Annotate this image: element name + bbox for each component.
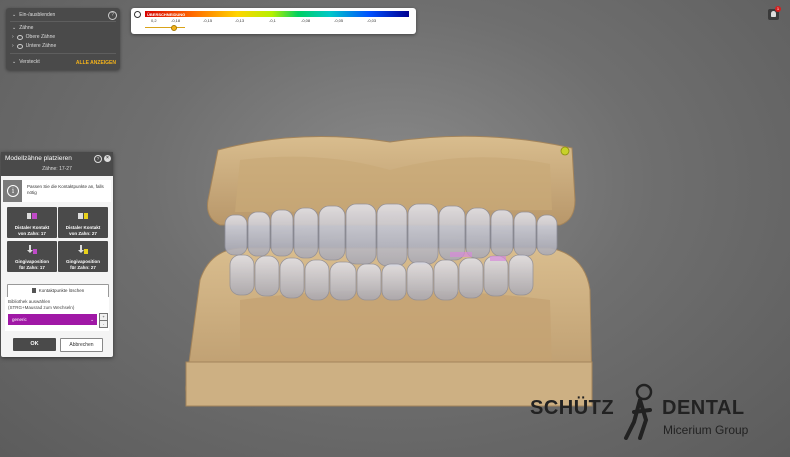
info-icon: i: [7, 185, 19, 197]
divider: [10, 21, 116, 22]
hidden-label: Versteckt: [19, 59, 40, 65]
chevron-right-icon: ›: [12, 34, 14, 40]
visibility-header[interactable]: ⌄ Ein-/ausblenden: [12, 12, 55, 18]
bell-icon: [771, 11, 776, 17]
dialog-title: Modellzähne platzieren: [5, 155, 72, 162]
brand-logo-icon: [624, 383, 653, 440]
help-icon[interactable]: ?: [108, 11, 117, 20]
contact-point-marker: [560, 146, 570, 156]
library-select[interactable]: generic ⌄: [8, 314, 97, 325]
chevron-right-icon: ›: [12, 43, 14, 49]
chevron-down-icon: ⌄: [12, 12, 17, 18]
dialog-subtitle: Zähne: 17-27: [42, 166, 72, 172]
gingiva-arrow-icon: [27, 245, 37, 254]
scale-tick: -0,1: [269, 18, 276, 23]
scale-tick: -0,05: [334, 18, 344, 23]
gingiva-position-17-button[interactable]: Gingivaposition für Zahn: 17: [7, 241, 57, 272]
tree-item-lower-teeth[interactable]: › Untere Zähne: [12, 43, 56, 49]
library-prev-button[interactable]: -: [99, 320, 108, 328]
cancel-button[interactable]: Abbrechen: [60, 338, 103, 352]
chevron-down-icon: ⌄: [12, 59, 17, 65]
refresh-icon[interactable]: [134, 11, 141, 18]
threshold-slider-thumb[interactable]: [171, 25, 177, 31]
info-box: i Passen Sie die Kontaktpunkte an, falls…: [3, 180, 111, 202]
threshold-slider-track[interactable]: [145, 27, 185, 28]
tree-item-label: Untere Zähne: [25, 43, 57, 49]
tree-item-upper-teeth[interactable]: › Obere Zähne: [12, 34, 55, 40]
notification-button[interactable]: 1: [768, 6, 781, 20]
button-label: Kontaktpunkte löschen: [38, 288, 85, 293]
tile-label: Distaler Kontakt von Zahn: 27: [65, 225, 101, 236]
chevron-down-icon: ⌄: [90, 317, 94, 322]
library-label: Bibliothek auswählen (STRG+Mausrad zum W…: [8, 299, 75, 310]
divider: [10, 53, 116, 54]
scale-title: ÜBERSCHNEIDUNG: [147, 11, 186, 17]
library-selector: Bibliothek auswählen (STRG+Mausrad zum W…: [5, 297, 109, 331]
eye-icon[interactable]: [16, 43, 23, 49]
eye-icon[interactable]: [16, 34, 23, 40]
gingiva-arrow-icon: [78, 245, 88, 254]
trash-icon: [31, 288, 36, 293]
overlap-scale-panel: ÜBERSCHNEIDUNG 0,2 -0,18 -0,15 -0,13 -0,…: [131, 8, 416, 34]
tree-item-label: Obere Zähne: [25, 34, 56, 40]
show-all-button[interactable]: ALLE ANZEIGEN: [76, 60, 116, 66]
scale-tick: -0,18: [171, 18, 181, 23]
info-icon-area: i: [3, 180, 22, 202]
dialog-header: Modellzähne platzieren Zähne: 17-27 ? ×: [1, 152, 113, 176]
delete-contact-points-button[interactable]: Kontaktpunkte löschen: [7, 284, 109, 298]
tree-item-label: Zähne: [19, 25, 34, 31]
scale-tick: -0,08: [301, 18, 311, 23]
tile-label: Gingivaposition für Zahn: 27: [65, 259, 100, 270]
brand-group: Micerium Group: [663, 423, 749, 437]
distal-contact-27-button[interactable]: Distaler Kontakt von Zahn: 27: [58, 207, 108, 238]
gingiva-position-27-button[interactable]: Gingivaposition für Zahn: 27: [58, 241, 108, 272]
hidden-section[interactable]: ⌄ Versteckt: [12, 59, 40, 65]
scale-tick: 0,2: [151, 18, 157, 23]
chevron-down-icon: ⌄: [12, 25, 17, 31]
dental-model-viewport[interactable]: [180, 130, 600, 420]
tree-item-teeth[interactable]: ⌄ Zähne: [12, 25, 33, 31]
tooth-contact-icon: [78, 213, 88, 219]
tile-label: Gingivaposition für Zahn: 17: [14, 259, 49, 270]
tooth-contact-icon: [27, 213, 37, 219]
scale-tick: -0,03: [367, 18, 377, 23]
distal-contact-17-button[interactable]: Distaler Kontakt von Zahn: 17: [7, 207, 57, 238]
brand-name-left: SCHÜTZ: [530, 397, 615, 419]
scale-tick: -0,13: [235, 18, 245, 23]
scale-tick: -0,15: [203, 18, 213, 23]
visibility-panel: ⌄ Ein-/ausblenden ? ⌄ Zähne › Obere Zähn…: [6, 8, 120, 70]
info-text: Passen Sie die Kontaktpunkte an, falls n…: [27, 184, 104, 195]
notification-badge: 1: [775, 6, 781, 12]
ok-button[interactable]: OK: [13, 338, 56, 351]
close-icon[interactable]: ×: [104, 155, 111, 162]
visibility-title: Ein-/ausblenden: [19, 12, 56, 18]
brand-name-right: DENTAL: [662, 397, 745, 419]
place-model-teeth-dialog: Modellzähne platzieren Zähne: 17-27 ? × …: [1, 152, 113, 357]
help-icon[interactable]: ?: [94, 155, 102, 163]
tile-label: Distaler Kontakt von Zahn: 17: [14, 225, 50, 236]
library-selected-value: generic: [12, 317, 27, 322]
